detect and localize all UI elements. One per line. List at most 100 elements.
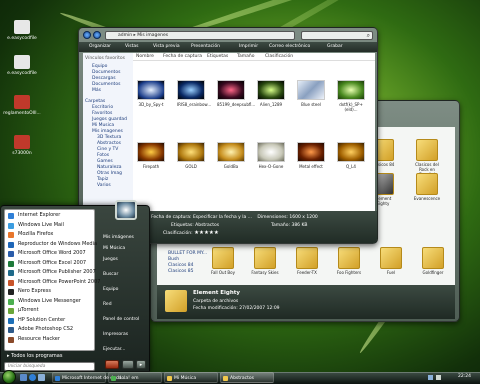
- program-item[interactable]: Resource Hacker: [5, 335, 94, 345]
- program-item[interactable]: Nero Express: [5, 287, 94, 297]
- shutdown-options-button[interactable]: ▸: [136, 360, 146, 369]
- show-desktop-icon[interactable]: [20, 374, 27, 381]
- music-folder[interactable]: Feeder-TX: [293, 247, 321, 275]
- music-folder[interactable]: Foo Fighters: [335, 247, 363, 275]
- volume-icon[interactable]: [436, 375, 441, 380]
- program-item[interactable]: µTorrent: [5, 306, 94, 316]
- power-button[interactable]: [105, 360, 119, 369]
- places-games[interactable]: Juegos: [99, 254, 149, 265]
- thumbnail[interactable]: dxtf(k)_SP+ (eld)...: [337, 80, 365, 112]
- music-folder[interactable]: Fuel: [377, 247, 405, 275]
- network-icon[interactable]: [428, 375, 433, 380]
- folder-icon: [338, 247, 360, 269]
- thumbnail[interactable]: GOLD: [177, 142, 205, 169]
- music-folder[interactable]: Fantasy Skies: [251, 247, 279, 275]
- places-control-panel[interactable]: Panel de control: [99, 314, 149, 325]
- lock-button[interactable]: [122, 360, 134, 369]
- program-item[interactable]: Microsoft Office Excel 2007: [5, 259, 94, 269]
- column-tags[interactable]: Etiquetas: [207, 54, 228, 59]
- thumbnail-label: Firepath: [142, 164, 160, 169]
- desktop-icon-1[interactable]: e.easycodfile: [2, 20, 42, 41]
- taskbar-button[interactable]: Hola! em: [108, 372, 162, 383]
- folder-icon: [254, 247, 276, 269]
- browser-icon[interactable]: [29, 374, 36, 381]
- column-size[interactable]: Tamaño: [237, 54, 255, 59]
- switch-windows-icon[interactable]: [38, 374, 45, 381]
- toolbar-slideshow[interactable]: Presentación: [191, 44, 220, 49]
- program-item[interactable]: Windows Live Mail: [5, 221, 94, 231]
- all-programs-button[interactable]: ▸ Todos los programas: [4, 352, 95, 361]
- program-item[interactable]: Windows Live Messenger: [5, 297, 94, 307]
- program-item[interactable]: Microsoft Office Publisher 2007: [5, 268, 96, 278]
- column-rating[interactable]: Clasificación: [265, 54, 293, 59]
- start-button[interactable]: [2, 370, 16, 384]
- toolbar-print[interactable]: Imprimir: [239, 44, 258, 49]
- thumbnail[interactable]: GoldBa: [217, 142, 245, 169]
- search-box[interactable]: ⌕: [301, 31, 373, 40]
- details-capture[interactable]: Fecha de captura: Especificar la fecha y…: [151, 215, 252, 220]
- clock[interactable]: 22:24: [458, 374, 471, 379]
- places-run[interactable]: Ejecutar...: [99, 344, 149, 355]
- folder-icon: [422, 247, 444, 269]
- places-network[interactable]: Red: [99, 299, 149, 310]
- rating-stars[interactable]: ★★★★★: [194, 230, 219, 236]
- desktop-icon-4[interactable]: s73000n: [2, 135, 42, 156]
- toolbar-views[interactable]: Vistas: [125, 44, 138, 49]
- thumbnail-label: Metal effect: [299, 164, 323, 169]
- publisher-icon: [8, 270, 14, 276]
- desktop-icon-2[interactable]: e.easycodfile: [2, 55, 42, 76]
- taskbar-button[interactable]: Microsoft Internet de deco...: [52, 372, 125, 383]
- nero-icon: [8, 289, 14, 295]
- folder-icon: [416, 139, 438, 161]
- places-computer[interactable]: Equipo: [99, 284, 149, 295]
- program-label: Mozilla Firefox: [18, 231, 54, 237]
- program-item[interactable]: HP Solution Center: [5, 316, 94, 326]
- back-button[interactable]: [83, 31, 91, 39]
- toolbar-organize[interactable]: Organizar: [89, 44, 111, 49]
- program-item[interactable]: Mozilla Firefox: [5, 230, 94, 240]
- thumbnail[interactable]: Blue steel: [297, 80, 325, 107]
- user-picture[interactable]: [115, 200, 137, 220]
- breadcrumb-item[interactable]: Mis imagenes: [137, 33, 168, 38]
- folder-tree-item[interactable]: Varios: [83, 183, 133, 189]
- column-name[interactable]: Nombre: [136, 54, 154, 59]
- thumbnail[interactable]: Q_L4: [337, 142, 365, 169]
- toolbar-email[interactable]: Correo electrónico: [269, 44, 310, 49]
- thumbnail[interactable]: IRIS8_erainbow...: [177, 80, 211, 107]
- sidebar-item[interactable]: Clasicos 85: [159, 269, 209, 275]
- thumbnail[interactable]: Hex-O-Gone: [257, 142, 285, 169]
- desktop-icon-3[interactable]: reglamentoOlll...: [2, 95, 42, 116]
- places-search[interactable]: Buscar: [99, 269, 149, 280]
- folders-title[interactable]: Carpetas: [83, 94, 133, 105]
- taskbar-button[interactable]: Mi Música: [164, 372, 218, 383]
- music-folder[interactable]: Evanescence: [413, 173, 441, 201]
- powerpoint-icon: [8, 279, 14, 286]
- thumbnail-label: Blue steel: [301, 102, 321, 107]
- program-item[interactable]: Microsoft Office PowerPoint 2007: [5, 278, 100, 288]
- taskbar-button[interactable]: Abstractos: [220, 372, 274, 383]
- music-folder[interactable]: Goldfinger: [419, 247, 447, 275]
- toolbar-preview[interactable]: Vista previa: [153, 44, 180, 49]
- details-tags[interactable]: Etiquetas: Abstractos: [171, 223, 219, 228]
- music-folder[interactable]: Clasicos del Rock en Español: [413, 139, 441, 177]
- places-music[interactable]: Mi Música: [99, 243, 149, 254]
- thumbnail[interactable]: 85199_deepsubfl...: [217, 80, 255, 107]
- thumbnail[interactable]: Alien_1289: [257, 80, 285, 107]
- column-date[interactable]: Fecha de captura: [163, 54, 202, 59]
- places-pictures[interactable]: Mis imágenes: [99, 232, 149, 243]
- thumbnail[interactable]: 3D_by_Spy-t: [137, 80, 165, 107]
- program-item[interactable]: Internet Explorer: [5, 211, 94, 221]
- program-item[interactable]: Microsoft Office Word 2007: [5, 249, 94, 259]
- forward-button[interactable]: [93, 31, 101, 39]
- start-search-input[interactable]: Iniciar búsqueda: [4, 362, 95, 371]
- program-item[interactable]: Reproductor de Windows Media: [5, 240, 97, 250]
- thumbnail[interactable]: Firepath: [137, 142, 165, 169]
- places-printers[interactable]: Impresoras: [99, 329, 149, 340]
- thumbnail[interactable]: Metal effect: [297, 142, 325, 169]
- program-item[interactable]: Adobe Photoshop CS2: [5, 325, 94, 335]
- toolbar-burn[interactable]: Grabar: [327, 44, 343, 49]
- breadcrumb-item[interactable]: admin: [118, 33, 132, 38]
- address-bar[interactable]: admin ▸ Mis imagenes: [105, 31, 295, 40]
- music-folder[interactable]: Fall Out Boy: [209, 247, 237, 275]
- browser-icon: [55, 376, 60, 381]
